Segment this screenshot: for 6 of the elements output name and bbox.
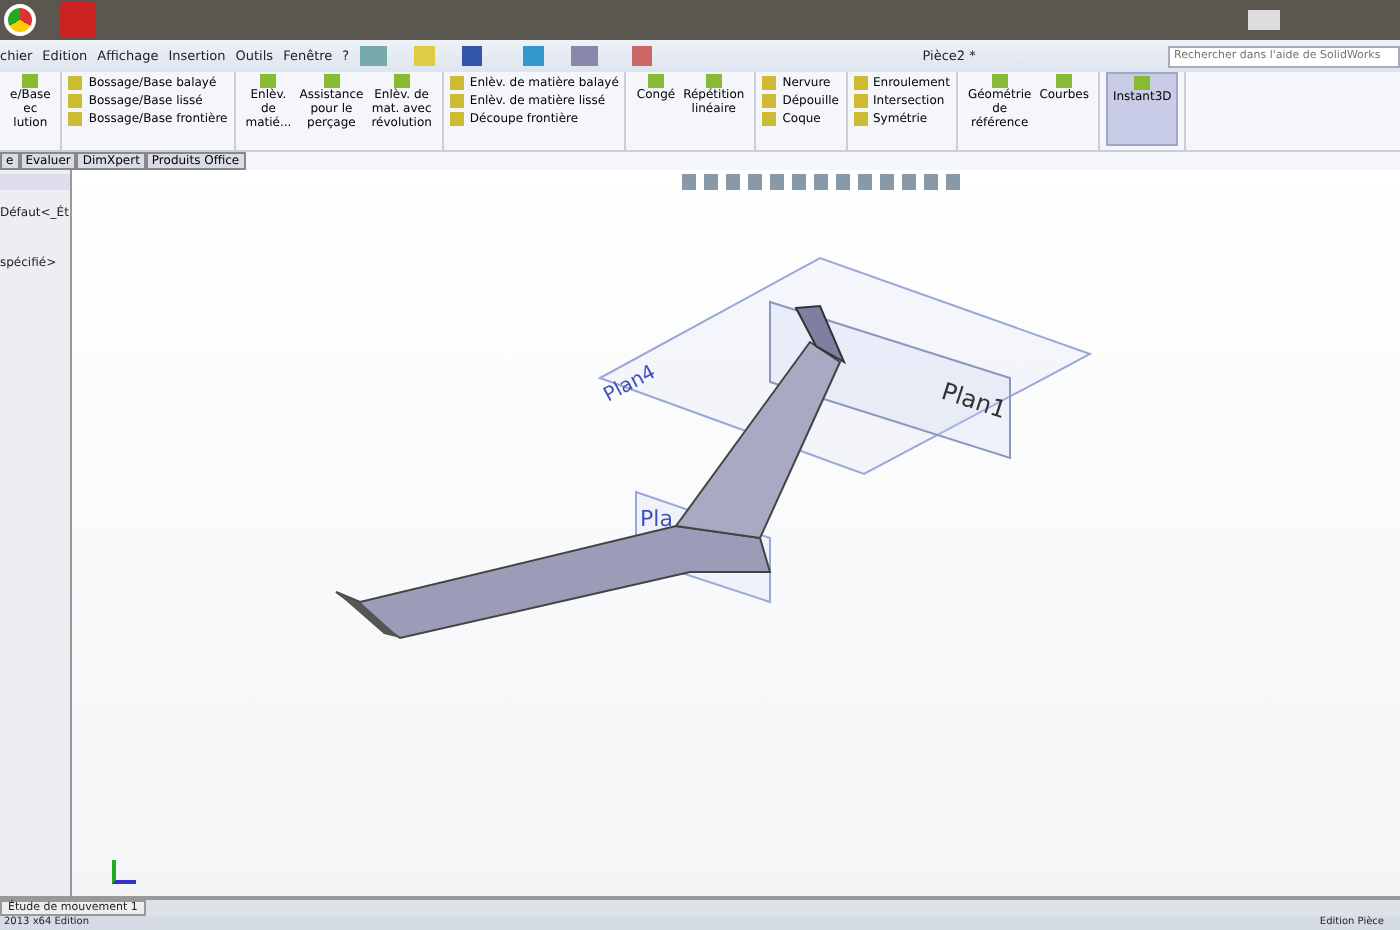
panel-header — [0, 174, 70, 190]
plane-label: Pla — [640, 506, 673, 532]
plane-label: Plan1 — [938, 377, 1010, 425]
browser-icon[interactable] — [4, 4, 36, 36]
view-toolbar-icons[interactable] — [682, 174, 962, 190]
axis-triad-icon — [112, 860, 136, 884]
